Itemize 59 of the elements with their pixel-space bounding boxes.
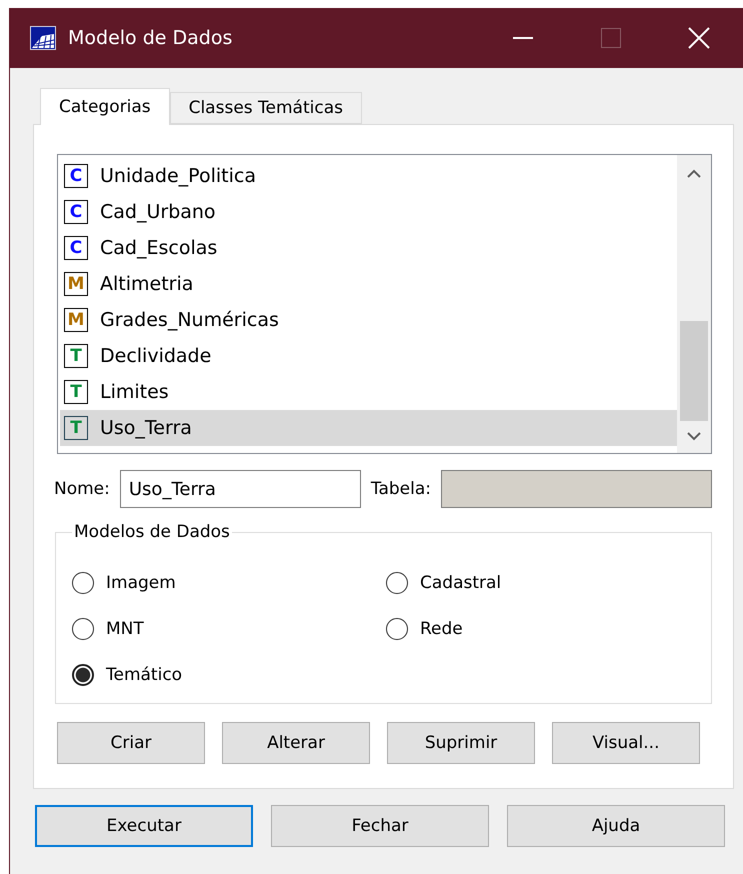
list-item[interactable]: C Cad_Escolas xyxy=(60,230,677,266)
dialog-button[interactable]: Fechar xyxy=(271,805,489,847)
radio-label: MNT xyxy=(106,619,144,639)
category-name: Altimetria xyxy=(100,273,194,295)
radio-label: Rede xyxy=(420,619,463,639)
radio-option[interactable]: Temático xyxy=(72,658,386,692)
radio-option[interactable]: Cadastral xyxy=(386,566,711,600)
dialog-button[interactable]: Ajuda xyxy=(507,805,725,847)
category-type-badge: T xyxy=(64,344,88,368)
list-item[interactable]: C Cad_Urbano xyxy=(60,194,677,230)
category-name: Unidade_Politica xyxy=(100,165,256,187)
category-type-badge: T xyxy=(64,380,88,404)
field-label: Tabela: xyxy=(370,479,431,499)
category-type-badge: M xyxy=(64,308,88,332)
window-title: Modelo de Dados xyxy=(68,27,234,49)
category-type-badge: T xyxy=(64,416,88,440)
name-field[interactable]: Uso_Terra xyxy=(120,470,361,508)
close-icon[interactable] xyxy=(688,27,710,49)
action-button[interactable]: Suprimir xyxy=(387,722,535,764)
category-type-badge: C xyxy=(64,200,88,224)
group-title: Modelos de Dados xyxy=(73,522,231,542)
category-name: Uso_Terra xyxy=(100,417,192,439)
scroll-up-icon[interactable] xyxy=(687,169,701,179)
radio-label: Cadastral xyxy=(420,573,502,593)
list-item[interactable]: T Limites xyxy=(60,374,677,410)
radio-option[interactable]: MNT xyxy=(72,612,386,646)
category-name: Declividade xyxy=(100,345,212,367)
radio-option[interactable]: Imagem xyxy=(72,566,386,600)
list-item[interactable]: M Altimetria xyxy=(60,266,677,302)
action-button[interactable]: Alterar xyxy=(222,722,370,764)
category-name: Limites xyxy=(100,381,169,403)
category-type-badge: C xyxy=(64,164,88,188)
radio-icon[interactable] xyxy=(386,572,408,594)
radio-label: Temático xyxy=(106,665,182,685)
list-item[interactable]: C Unidade_Politica xyxy=(60,158,677,194)
list-item[interactable]: M Grades_Numéricas xyxy=(60,302,677,338)
radio-icon[interactable] xyxy=(386,618,408,640)
category-type-badge: C xyxy=(64,236,88,260)
list-item[interactable]: T Declividade xyxy=(60,338,677,374)
radio-option[interactable]: Rede xyxy=(386,612,711,646)
app-icon xyxy=(30,26,56,50)
tab[interactable]: Categorias xyxy=(40,88,170,125)
scrollbar[interactable] xyxy=(677,155,711,453)
action-button[interactable]: Visual... xyxy=(552,722,700,764)
scroll-thumb[interactable] xyxy=(680,321,708,421)
field-label: Nome: xyxy=(54,479,110,499)
radio-icon[interactable] xyxy=(72,618,94,640)
category-name: Cad_Urbano xyxy=(100,201,216,223)
category-name: Cad_Escolas xyxy=(100,237,218,259)
tab[interactable]: Classes Temáticas xyxy=(170,92,362,124)
category-type-badge: M xyxy=(64,272,88,296)
action-button[interactable]: Criar xyxy=(57,722,205,764)
radio-icon[interactable] xyxy=(72,664,94,686)
list-item[interactable]: T Uso_Terra xyxy=(60,410,677,446)
scroll-down-icon[interactable] xyxy=(687,431,701,441)
dialog-button[interactable]: Executar xyxy=(35,805,253,847)
category-name: Grades_Numéricas xyxy=(100,309,279,331)
radio-label: Imagem xyxy=(106,573,176,593)
radio-icon[interactable] xyxy=(72,572,94,594)
